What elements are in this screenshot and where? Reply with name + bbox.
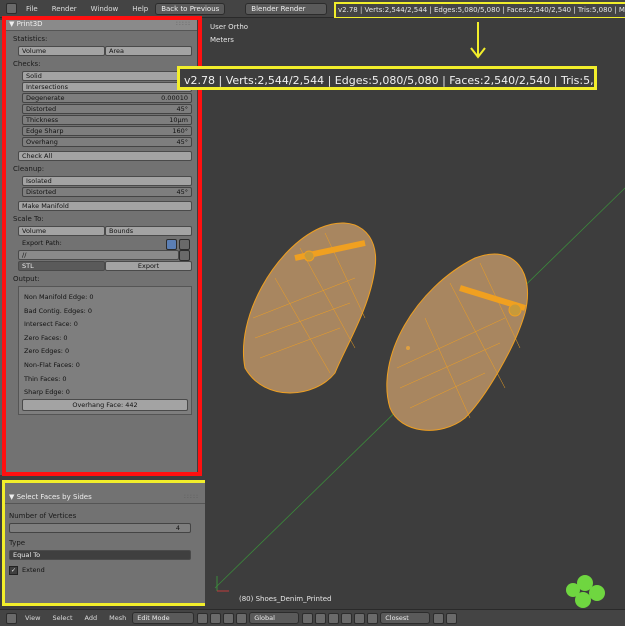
object-label: (80) Shoes_Denim_Printed [239, 595, 332, 603]
info-editor-icon[interactable] [6, 3, 17, 14]
scale-volume-button[interactable]: Volume [18, 226, 105, 236]
output-line: Bad Contig. Edges: 0 [24, 306, 93, 315]
make-manifold-button[interactable]: Make Manifold [18, 201, 192, 211]
output-line: Zero Edges: 0 [24, 347, 70, 356]
thickness-label: Thickness [26, 116, 59, 124]
overhang-value[interactable]: 45° [176, 138, 188, 146]
translate-icon[interactable] [236, 612, 248, 624]
save-path-icon[interactable] [179, 239, 190, 250]
back-to-previous-button[interactable]: Back to Previous [155, 2, 226, 15]
scale-bounds-button[interactable]: Bounds [105, 226, 192, 236]
menu-help[interactable]: Help [125, 5, 155, 13]
left-shoe-mesh[interactable] [243, 222, 377, 394]
menu-mesh[interactable]: Mesh [103, 614, 132, 622]
occlude-icon[interactable] [341, 612, 353, 624]
editor-type-icon[interactable] [6, 612, 17, 624]
check-all-button[interactable]: Check All [18, 151, 192, 161]
3d-cursor-icon [406, 346, 410, 350]
output-line: Non-Flat Faces: 0 [24, 360, 80, 369]
thickness-value[interactable]: 10µm [169, 116, 188, 124]
scale-to-label: Scale To: [13, 215, 44, 223]
print3d-panel-header[interactable]: ▼ Print3D::::: [5, 18, 197, 31]
menu-select[interactable]: Select [46, 614, 78, 622]
mode-select[interactable]: Edit Mode [132, 612, 195, 624]
vertex-select-icon[interactable] [302, 612, 314, 624]
export-button[interactable]: Export [105, 261, 192, 271]
menu-window[interactable]: Window [84, 5, 126, 13]
snap-icon[interactable] [367, 612, 379, 624]
orientation-select[interactable]: Global [249, 612, 300, 624]
face-select-icon[interactable] [328, 612, 340, 624]
drag-grip-icon[interactable]: ::::: [184, 491, 199, 503]
callout-arrow-icon [470, 22, 486, 59]
right-shoe-mesh[interactable] [386, 253, 529, 431]
render-icon[interactable] [446, 612, 458, 624]
type-label: Type [9, 539, 26, 547]
menu-view[interactable]: View [19, 614, 46, 622]
shading-icon[interactable] [197, 612, 209, 624]
checkmark-icon[interactable]: ✓ [9, 566, 18, 575]
export-path-label: Export Path: [22, 239, 62, 247]
proportional-icon[interactable] [354, 612, 366, 624]
intersections-check-button[interactable]: Intersections [22, 82, 192, 92]
extend-label: Extend [22, 566, 45, 574]
viewport-header-bar: View Select Add Mesh Edit Mode Global Cl… [0, 609, 625, 626]
type-select[interactable]: Equal To [9, 550, 191, 560]
num-vertices-field[interactable]: 4 [9, 523, 191, 533]
render-engine-select[interactable]: Blender Render [245, 2, 328, 15]
edge-select-icon[interactable] [315, 612, 327, 624]
manipulator-icon[interactable] [223, 612, 235, 624]
viewport-canvas [214, 187, 625, 608]
3d-viewport[interactable]: User Ortho Meters (80) Shoes_Denim_Print… [205, 18, 625, 608]
checks-label: Checks: [13, 60, 41, 68]
output-line: Thin Faces: 0 [24, 374, 67, 383]
output-line: Intersect Face: 0 [24, 320, 78, 329]
axis-gizmo-icon [216, 576, 229, 592]
snap-target-select[interactable]: Closest [380, 612, 431, 624]
print3d-title: Print3D [16, 20, 43, 28]
distorted-label: Distorted [26, 105, 57, 113]
export-path-input[interactable]: // [18, 250, 179, 260]
select-faces-title: Select Faces by Sides [16, 493, 92, 501]
statistics-label: Statistics: [13, 35, 48, 43]
select-faces-header[interactable]: ▼ Select Faces by Sides::::: [5, 491, 205, 504]
path-icon[interactable] [166, 239, 177, 250]
output-line: Zero Faces: 0 [24, 333, 68, 342]
clover-logo [566, 575, 605, 608]
solid-check-button[interactable]: Solid [22, 71, 192, 81]
output-line: Non Manifold Edge: 0 [24, 293, 94, 301]
edge-sharp-label: Edge Sharp [26, 127, 64, 135]
output-line: Sharp Edge: 0 [24, 388, 70, 397]
isolated-button[interactable]: Isolated [22, 176, 192, 186]
select-faces-panel: ▼ Select Faces by Sides::::: Number of V… [5, 483, 205, 603]
cleanup-label: Cleanup: [13, 165, 45, 173]
folder-icon[interactable] [179, 250, 190, 261]
degenerate-value[interactable]: 0.00010 [161, 94, 188, 102]
pivot-icon[interactable] [210, 612, 222, 624]
scene-stats-top: v2.78 | Verts:2,544/2,544 | Edges:5,080/… [334, 2, 625, 19]
overhang-label: Overhang [26, 138, 58, 146]
num-vertices-label: Number of Vertices [9, 512, 77, 520]
cleanup-distorted-label: Distorted [26, 188, 57, 196]
menu-file[interactable]: File [19, 5, 45, 13]
overhang-face-button[interactable]: Overhang Face: 442 [22, 399, 188, 411]
print3d-panel: ▼ Print3D::::: Statistics: Volume Area C… [5, 18, 197, 473]
cleanup-distorted-value[interactable]: 45° [176, 188, 188, 196]
menu-render[interactable]: Render [45, 5, 84, 13]
drag-grip-icon[interactable]: ::::: [176, 18, 191, 30]
volume-stat-button[interactable]: Volume [18, 46, 105, 56]
export-format-select[interactable]: STL [18, 261, 105, 271]
degenerate-label: Degenerate [26, 94, 65, 102]
output-label: Output: [13, 275, 40, 283]
distorted-value[interactable]: 45° [176, 105, 188, 113]
snap-align-icon[interactable] [433, 612, 445, 624]
area-stat-button[interactable]: Area [105, 46, 192, 56]
menu-add[interactable]: Add [79, 614, 104, 622]
output-box: Non Manifold Edge: 0 Bad Contig. Edges: … [18, 286, 192, 415]
edge-sharp-value[interactable]: 160° [172, 127, 188, 135]
scene-stats-callout: v2.78 | Verts:2,544/2,544 | Edges:5,080/… [177, 66, 597, 90]
